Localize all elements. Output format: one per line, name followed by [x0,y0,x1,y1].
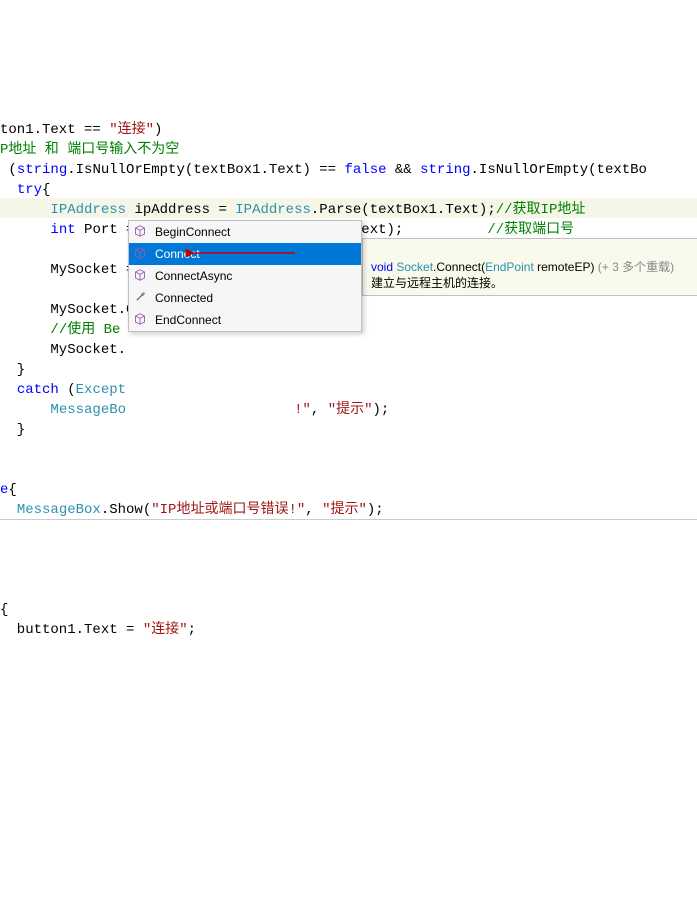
intellisense-label: Connect [155,247,200,261]
code-text [0,502,17,518]
type: Except [76,382,126,398]
keyword: int [50,222,75,238]
code-text [0,402,50,418]
property-icon [134,290,148,304]
type: MessageBo [50,402,126,418]
string-literal: "连接" [109,122,154,138]
method-icon [134,268,148,282]
intellisense-item-connect[interactable]: Connect [129,243,361,265]
tooltip-text: remoteEP) [534,260,595,274]
code-text: .Parse(textBox1.Text); [311,202,496,218]
tooltip-overloads: (+ 3 多个重载) [594,260,677,274]
comment: //获取端口号 [487,222,574,238]
code-text: ; [188,622,196,638]
tooltip-type: EndPoint [485,260,534,274]
code-text: .IsNullOrEmpty(textBox1.Text) == [67,162,344,178]
code-editor[interactable]: ton1.Text == "连接") P地址 和 端口号输入不为空 (strin… [0,80,697,640]
code-text [0,382,17,398]
type: MessageBox [17,502,101,518]
code-text: MySocket. [0,342,126,358]
method-icon [134,246,148,260]
intellisense-item-endconnect[interactable]: EndConnect [129,309,361,331]
code-text: button1.Text = [0,622,143,638]
method-icon [134,224,148,238]
tooltip-description: 建立与远程主机的连接。 [371,276,503,290]
tooltip-keyword: void [371,260,393,274]
code-text: ( [0,162,17,178]
code-text [0,182,17,198]
keyword: false [344,162,386,178]
code-text: { [0,602,8,618]
code-text [0,202,50,218]
code-text: ) [154,122,162,138]
intellisense-item-connectasync[interactable]: ConnectAsync [129,265,361,287]
code-text: , [311,402,328,418]
intellisense-label: BeginConnect [155,225,230,239]
code-text: && [387,162,421,178]
comment: //使用 Be [50,322,120,338]
code-text: MySocket = [0,262,143,278]
type: IPAddress [50,202,126,218]
intellisense-label: ConnectAsync [155,269,232,283]
tooltip-type: Socket [396,260,433,274]
intellisense-item-connected[interactable]: Connected [129,287,361,309]
keyword: try [17,182,42,198]
code-text: ton1.Text == [0,122,101,138]
code-text [0,222,50,238]
code-text: } [0,422,25,438]
tooltip-text: .Connect( [433,260,485,274]
intellisense-label: Connected [155,291,213,305]
string-literal: "提示" [328,402,373,418]
code-text: { [42,182,50,198]
string-literal: "连接" [143,622,188,638]
code-text: .Show( [101,502,151,518]
string-literal: "提示" [322,502,367,518]
code-text: ipAddress = [126,202,235,218]
intellisense-label: EndConnect [155,313,221,327]
method-icon [134,312,148,326]
code-text: ); [373,402,390,418]
code-text: } [0,362,25,378]
code-text [0,322,50,338]
keyword: string [420,162,470,178]
string-literal: "IP地址或端口号错误!" [151,502,305,518]
code-text: .IsNullOrEmpty(textBo [471,162,647,178]
string-literal: !" [294,402,311,418]
code-text: , [305,502,322,518]
comment: P地址 和 端口号输入不为空 [0,142,179,158]
keyword: string [17,162,67,178]
keyword: catch [17,382,59,398]
code-text: ( [59,382,76,398]
comment: //获取IP地址 [496,202,586,218]
intellisense-popup[interactable]: BeginConnect Connect ConnectAsync Connected… [128,220,362,332]
code-text: { [8,482,16,498]
signature-tooltip: void Socket.Connect(EndPoint remoteEP) (… [362,238,697,296]
type: IPAddress [235,202,311,218]
divider [0,519,697,520]
intellisense-item-beginconnect[interactable]: BeginConnect [129,221,361,243]
code-text: ); [367,502,384,518]
